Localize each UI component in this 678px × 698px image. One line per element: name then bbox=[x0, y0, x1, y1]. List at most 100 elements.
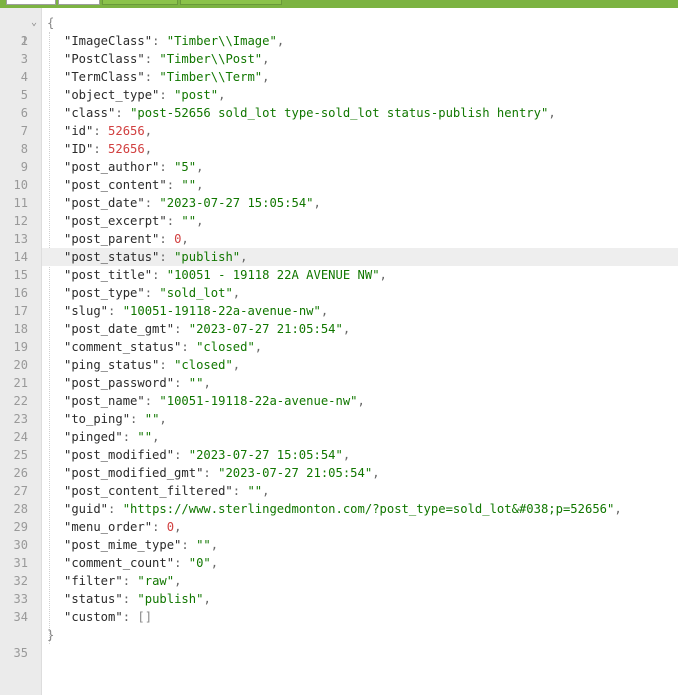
code-line-18: 18 "post_date_gmt": "2023-07-27 21:05:54"… bbox=[0, 320, 678, 338]
line-number: 25 bbox=[13, 448, 28, 462]
line-content: "ImageClass": "Timber\\Image", bbox=[64, 34, 285, 48]
line-number: 4 bbox=[20, 70, 28, 84]
json-value: 52656 bbox=[108, 142, 145, 156]
json-viewer[interactable]: 1 ⌄ { 2 "ImageClass": "Timber\\Image", 3 "P… bbox=[0, 8, 678, 695]
json-value: "5" bbox=[174, 160, 197, 174]
line-number: 13 bbox=[13, 232, 28, 246]
json-value: "closed" bbox=[196, 340, 255, 354]
code-line-34: 34 "custom": [] bbox=[0, 608, 678, 626]
json-value: "" bbox=[144, 412, 160, 426]
code-line-23: 23 "to_ping": "", bbox=[0, 410, 678, 428]
code-line-26: 26 "post_modified_gmt": "2023-07-27 21:05… bbox=[0, 464, 678, 482]
code-line-3: 3 "PostClass": "Timber\\Post", bbox=[0, 50, 678, 68]
json-key: "class" bbox=[64, 106, 116, 120]
code-line-16: 16 "post_type": "sold_lot", bbox=[0, 284, 678, 302]
line-number: 18 bbox=[13, 322, 28, 336]
code-line-20: 20 "ping_status": "closed", bbox=[0, 356, 678, 374]
line-content: "post_date": "2023-07-27 15:05:54", bbox=[64, 196, 321, 210]
open-brace: { bbox=[47, 16, 55, 30]
line-number: 7 bbox=[20, 124, 28, 138]
line-content: "post_password": "", bbox=[64, 376, 211, 390]
json-key: "post_modified" bbox=[64, 448, 175, 462]
line-content: "post_content": "", bbox=[64, 178, 204, 192]
line-content: "menu_order": 0, bbox=[64, 520, 182, 534]
line-number: 28 bbox=[13, 502, 28, 516]
json-key: "post_excerpt" bbox=[64, 214, 167, 228]
json-value: "publish" bbox=[137, 592, 204, 606]
json-key: "ping_status" bbox=[64, 358, 160, 372]
chevron-down-icon[interactable]: ⌄ bbox=[31, 14, 41, 32]
json-value: "10051-19118-22a-avenue-nw" bbox=[122, 304, 321, 318]
json-key: "post_date_gmt" bbox=[64, 322, 175, 336]
json-key: "id" bbox=[64, 124, 94, 138]
line-content: "comment_status": "closed", bbox=[64, 340, 263, 354]
line-content: "status": "publish", bbox=[64, 592, 211, 606]
line-number: 24 bbox=[13, 430, 28, 444]
code-line-4: 4 "TermClass": "Timber\\Term", bbox=[0, 68, 678, 86]
code-line-11: 11 "post_date": "2023-07-27 15:05:54", bbox=[0, 194, 678, 212]
line-number: 16 bbox=[13, 286, 28, 300]
json-key: "guid" bbox=[64, 502, 109, 516]
line-number: 10 bbox=[13, 178, 28, 192]
json-key: "post_type" bbox=[64, 286, 145, 300]
json-key: "post_content_filtered" bbox=[64, 484, 233, 498]
json-value: "publish" bbox=[174, 250, 241, 264]
code-line-10: 10 "post_content": "", bbox=[0, 176, 678, 194]
line-content: "post_mime_type": "", bbox=[64, 538, 219, 552]
line-content: "post_author": "5", bbox=[64, 160, 204, 174]
tab-raw-data[interactable] bbox=[6, 0, 56, 5]
json-key: "post_name" bbox=[64, 394, 145, 408]
line-content: "post_name": "10051-19118-22a-avenue-nw"… bbox=[64, 394, 365, 408]
code-line-17: 17 "slug": "10051-19118-22a-avenue-nw", bbox=[0, 302, 678, 320]
line-content: "post_modified": "2023-07-27 15:05:54", bbox=[64, 448, 351, 462]
line-content: "object_type": "post", bbox=[64, 88, 226, 102]
code-line-7: 7 "id": 52656, bbox=[0, 122, 678, 140]
code-line-28: 28 "guid": "https://www.sterlingedmonton.… bbox=[0, 500, 678, 518]
json-value: "10051-19118-22a-avenue-nw" bbox=[159, 394, 358, 408]
code-line-8: 8 "ID": 52656, bbox=[0, 140, 678, 158]
line-number: 21 bbox=[13, 376, 28, 390]
line-content: "post_status": "publish", bbox=[42, 248, 678, 266]
line-content: "ID": 52656, bbox=[64, 142, 153, 156]
line-content: "post_modified_gmt": "2023-07-27 21:05:5… bbox=[64, 466, 380, 480]
json-value: "" bbox=[247, 484, 263, 498]
code-line-21: 21 "post_password": "", bbox=[0, 374, 678, 392]
code-line-12: 12 "post_excerpt": "", bbox=[0, 212, 678, 230]
json-key: "post_modified_gmt" bbox=[64, 466, 204, 480]
line-number: 19 bbox=[13, 340, 28, 354]
line-content: "pinged": "", bbox=[64, 430, 160, 444]
line-number: 29 bbox=[13, 520, 28, 534]
line-content: "TermClass": "Timber\\Term", bbox=[64, 70, 270, 84]
line-content: "comment_count": "0", bbox=[64, 556, 219, 570]
json-key: "post_content" bbox=[64, 178, 167, 192]
json-value: "post-52656 sold_lot type-sold_lot statu… bbox=[130, 106, 549, 120]
code-line-1: 1 ⌄ { bbox=[0, 14, 678, 48]
json-value: "" bbox=[137, 430, 153, 444]
json-key: "post_mime_type" bbox=[64, 538, 182, 552]
tab-collapse[interactable] bbox=[180, 0, 282, 5]
code-line-27: 27 "post_content_filtered": "", bbox=[0, 482, 678, 500]
json-key: "ID" bbox=[64, 142, 94, 156]
json-value: "" bbox=[181, 178, 197, 192]
line-content: "post_date_gmt": "2023-07-27 21:05:54", bbox=[64, 322, 351, 336]
json-key: "TermClass" bbox=[64, 70, 145, 84]
line-number: 30 bbox=[13, 538, 28, 552]
json-value: "sold_lot" bbox=[159, 286, 233, 300]
code-line-19: 19 "comment_status": "closed", bbox=[0, 338, 678, 356]
code-line-35: 35 } bbox=[0, 626, 678, 660]
line-number: 14 bbox=[13, 250, 28, 264]
line-content: "class": "post-52656 sold_lot type-sold_… bbox=[64, 106, 556, 120]
line-number: 33 bbox=[13, 592, 28, 606]
json-key: "status" bbox=[64, 592, 123, 606]
line-number: 27 bbox=[13, 484, 28, 498]
json-key: "to_ping" bbox=[64, 412, 131, 426]
json-key: "post_date" bbox=[64, 196, 145, 210]
tab-save[interactable] bbox=[102, 0, 178, 5]
line-content: "filter": "raw", bbox=[64, 574, 182, 588]
line-number: 23 bbox=[13, 412, 28, 426]
line-number: 22 bbox=[13, 394, 28, 408]
tab-headers[interactable] bbox=[58, 0, 100, 5]
json-value: "2023-07-27 15:05:54" bbox=[188, 448, 343, 462]
code-line-9: 9 "post_author": "5", bbox=[0, 158, 678, 176]
json-key: "post_title" bbox=[64, 268, 153, 282]
